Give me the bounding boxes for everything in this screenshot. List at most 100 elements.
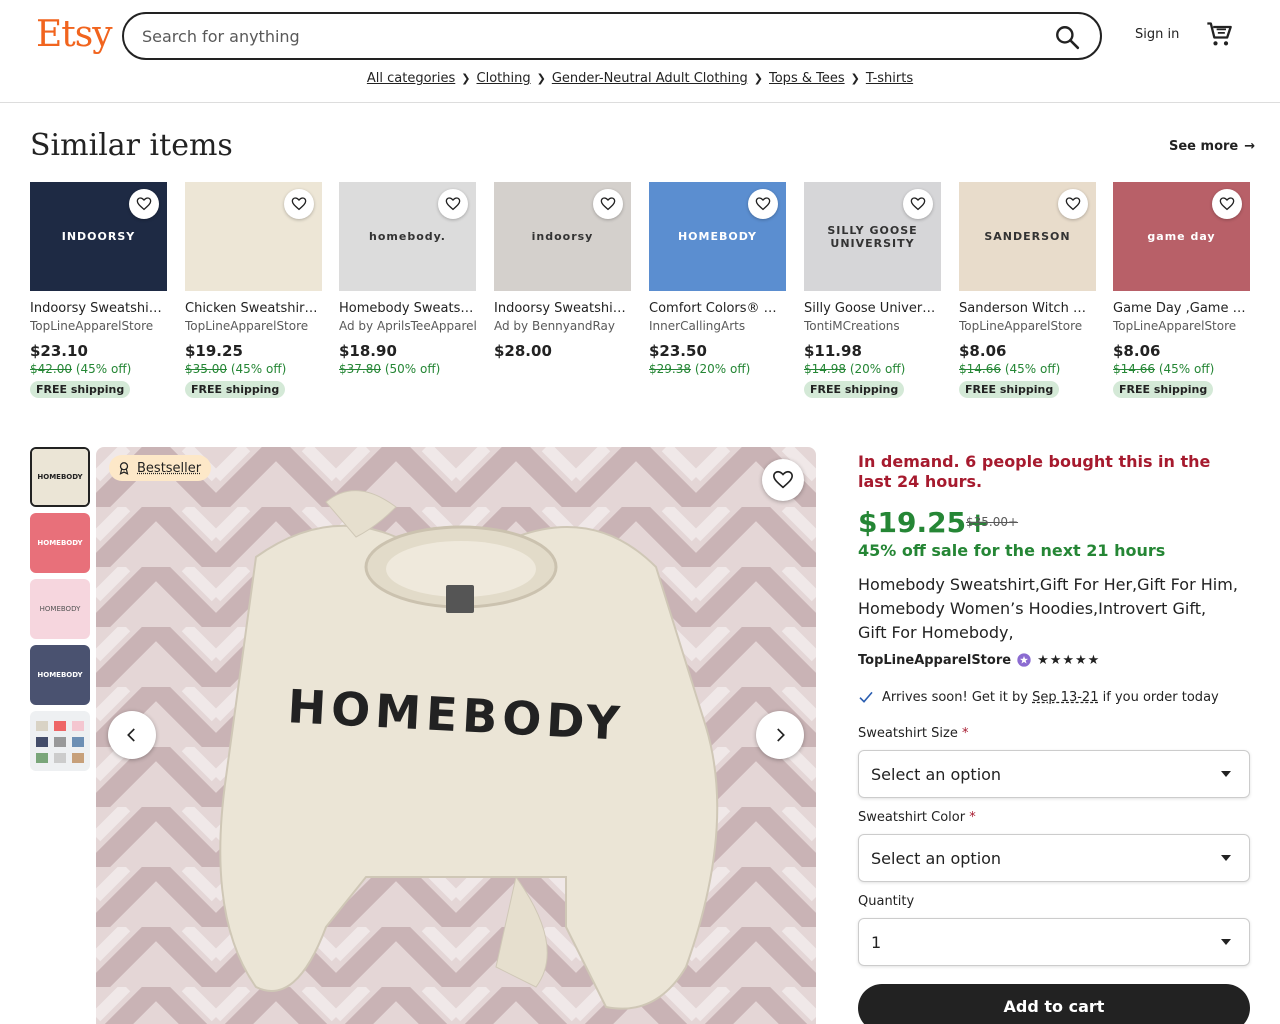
arrives-date[interactable]: Sep 13-21 xyxy=(1032,690,1098,705)
caret-down-icon xyxy=(1221,855,1231,861)
similar-item-card[interactable]: HOMEBODY Comfort Colors® Homebody InnerCal… xyxy=(649,182,786,376)
gallery-thumbnail[interactable]: HOMEBODY xyxy=(30,645,90,705)
heart-icon xyxy=(773,470,793,489)
item-shop: InnerCallingArts xyxy=(649,319,746,333)
item-title[interactable]: Indoorsy Sweatshirt, Indoorsy xyxy=(494,301,631,316)
favorite-button[interactable] xyxy=(903,189,933,219)
search-input[interactable] xyxy=(142,24,1022,48)
heart-icon xyxy=(1219,197,1235,211)
item-shop: TopLineApparelStore xyxy=(959,319,1083,333)
sign-in-link[interactable]: Sign in xyxy=(1135,27,1179,42)
item-title[interactable]: Comfort Colors® Homebody xyxy=(649,301,786,316)
favorite-button[interactable] xyxy=(762,459,804,501)
original-price: $35.00+ xyxy=(966,515,1019,529)
star-seller-icon xyxy=(1017,653,1031,667)
next-image-button[interactable] xyxy=(756,711,804,759)
item-image[interactable]: INDOORSY xyxy=(30,182,167,291)
gallery-thumbnail[interactable] xyxy=(30,711,90,771)
similar-item-card[interactable]: homebody. Homebody Sweatshirt, Homebody Ad… xyxy=(339,182,476,376)
gallery-thumbnail[interactable]: HOMEBODY xyxy=(30,447,90,507)
heart-icon xyxy=(136,197,152,211)
sweatshirt-photo: HOMEBODY xyxy=(96,447,816,1024)
similar-item-card[interactable]: SILLY GOOSE UNIVERSITY Silly Goose Univer… xyxy=(804,182,941,398)
etsy-logo[interactable]: Etsy xyxy=(36,14,113,55)
item-image[interactable]: SILLY GOOSE UNIVERSITY xyxy=(804,182,941,291)
item-discount-percent: (45% off) xyxy=(1158,362,1215,376)
item-price: $11.98 xyxy=(804,342,862,360)
gallery-thumbnail[interactable]: HOMEBODY xyxy=(30,579,90,639)
item-image-print: INDOORSY xyxy=(61,230,136,243)
thumbnail-image: HOMEBODY xyxy=(30,513,90,573)
item-discount: $14.66 (45% off) xyxy=(1113,362,1250,376)
delivery-estimate: Arrives soon! Get it by Sep 13-21 if you… xyxy=(858,689,1219,705)
item-price: $19.25 xyxy=(185,342,243,360)
favorite-button[interactable] xyxy=(593,189,623,219)
arrow-right-icon: → xyxy=(1244,139,1256,154)
favorite-button[interactable] xyxy=(438,189,468,219)
see-more-link[interactable]: See more → xyxy=(1169,139,1255,154)
breadcrumb-link[interactable]: Clothing xyxy=(477,71,531,86)
color-label: Sweatshirt Color * xyxy=(858,810,976,825)
size-label: Sweatshirt Size * xyxy=(858,726,968,741)
item-title[interactable]: Silly Goose University xyxy=(804,301,941,316)
search-icon[interactable] xyxy=(1054,24,1080,50)
item-shop: Ad by BennyandRay xyxy=(494,319,615,333)
similar-item-card[interactable]: SANDERSON Sanderson Witch Museum TopLineAp… xyxy=(959,182,1096,398)
sale-notice: 45% off sale for the next 21 hours xyxy=(858,541,1166,560)
item-image-print: homebody. xyxy=(369,230,446,243)
previous-image-button[interactable] xyxy=(108,711,156,759)
favorite-button[interactable] xyxy=(129,189,159,219)
size-select-value: Select an option xyxy=(871,765,1002,784)
item-discount: $35.00 (45% off) xyxy=(185,362,322,376)
chevron-right-icon: ❯ xyxy=(850,72,860,85)
add-to-cart-button[interactable]: Add to cart xyxy=(858,984,1250,1024)
item-title[interactable]: Game Day ,Game Day Shirt xyxy=(1113,301,1250,316)
item-price: $8.06 xyxy=(959,342,1007,360)
item-image[interactable] xyxy=(185,182,322,291)
favorite-button[interactable] xyxy=(748,189,778,219)
favorite-button[interactable] xyxy=(284,189,314,219)
item-image[interactable]: game day xyxy=(1113,182,1250,291)
item-discount-percent: (50% off) xyxy=(384,362,441,376)
gallery-thumbnail[interactable]: HOMEBODY xyxy=(30,513,90,573)
chevron-right-icon: ❯ xyxy=(536,72,546,85)
size-select[interactable]: Select an option xyxy=(858,750,1250,798)
main-product-image[interactable]: HOMEBODY xyxy=(96,447,816,1024)
similar-item-card[interactable]: INDOORSY Indoorsy Sweatshirt, Indoorsy Sh… xyxy=(30,182,167,398)
item-image[interactable]: SANDERSON xyxy=(959,182,1096,291)
item-image[interactable]: homebody. xyxy=(339,182,476,291)
shop-name-link[interactable]: TopLineApparelStore xyxy=(858,653,1011,668)
item-title[interactable]: Homebody Sweatshirt, Homebody xyxy=(339,301,476,316)
quantity-select[interactable]: 1 xyxy=(858,918,1250,966)
color-select[interactable]: Select an option xyxy=(858,834,1250,882)
similar-item-card[interactable]: indoorsy Indoorsy Sweatshirt, Indoorsy Ad … xyxy=(494,182,631,360)
ribbon-icon xyxy=(119,462,129,475)
breadcrumb-link[interactable]: T-shirts xyxy=(866,71,913,86)
breadcrumb-link[interactable]: All categories xyxy=(367,71,455,86)
favorite-button[interactable] xyxy=(1058,189,1088,219)
bestseller-badge[interactable]: Bestseller xyxy=(109,455,212,481)
similar-item-card[interactable]: Chicken Sweatshirt, Chicken Shirt TopLine… xyxy=(185,182,322,398)
arrives-prefix: Arrives soon! Get it by xyxy=(882,689,1028,705)
heart-icon xyxy=(291,197,307,211)
similar-item-card[interactable]: game day Game Day ,Game Day Shirt TopLineA… xyxy=(1113,182,1250,398)
item-title[interactable]: Chicken Sweatshirt, Chicken Shirt xyxy=(185,301,322,316)
quantity-label: Quantity xyxy=(858,894,915,909)
free-shipping-badge: FREE shipping xyxy=(185,381,286,398)
check-icon xyxy=(859,691,873,703)
caret-down-icon xyxy=(1221,939,1231,945)
breadcrumb-link[interactable]: Tops & Tees xyxy=(769,71,845,86)
item-image[interactable]: HOMEBODY xyxy=(649,182,786,291)
item-image[interactable]: indoorsy xyxy=(494,182,631,291)
arrives-suffix: if you order today xyxy=(1102,689,1219,705)
cart-icon[interactable] xyxy=(1205,20,1233,48)
item-title[interactable]: Indoorsy Sweatshirt, Indoorsy Shirt xyxy=(30,301,167,316)
item-title[interactable]: Sanderson Witch Museum xyxy=(959,301,1096,316)
shop-info: TopLineApparelStore ★★★★★ xyxy=(858,652,1100,668)
chevron-left-icon xyxy=(127,728,135,742)
favorite-button[interactable] xyxy=(1212,189,1242,219)
heart-icon xyxy=(910,197,926,211)
breadcrumb-link[interactable]: Gender-Neutral Adult Clothing xyxy=(552,71,748,86)
search-bar[interactable] xyxy=(122,12,1102,60)
rating-stars[interactable]: ★★★★★ xyxy=(1037,653,1100,668)
